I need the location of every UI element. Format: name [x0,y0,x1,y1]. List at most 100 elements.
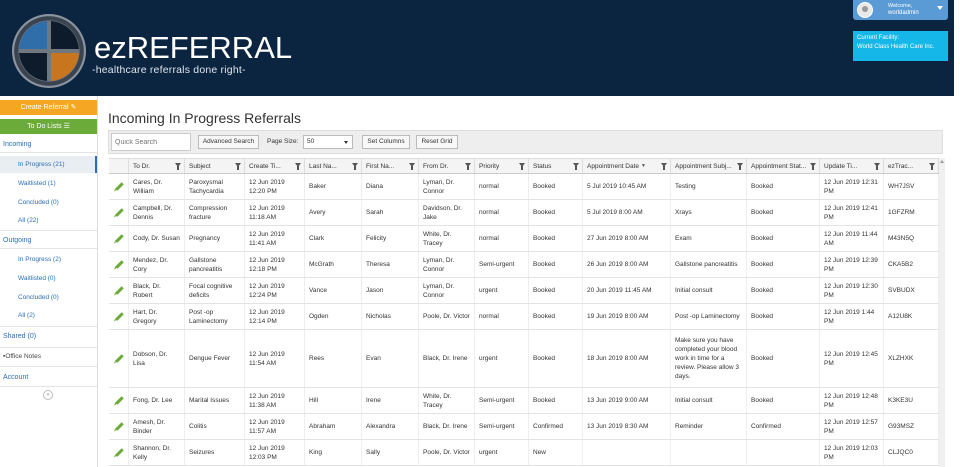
cell-appointment-subject: Initial consult [671,388,747,413]
table-row[interactable]: Shannon, Dr. Kelly Seizures 12 Jun 2019 12… [109,440,939,466]
column-header-create-time[interactable]: Create Ti... [245,159,305,173]
sidebar-outgoing[interactable]: Outgoing [3,237,31,244]
column-header-eztrack[interactable]: ezTrac... [884,159,939,173]
table-row[interactable]: Cares, Dr. William Paroxysmal Tachycardia… [109,174,939,200]
column-header-priority[interactable]: Priority [475,159,529,173]
cell-appointment-subject: Initial consult [671,278,747,303]
filter-icon[interactable] [465,163,471,170]
current-facility[interactable]: Current Facility: World Class Health Car… [853,31,948,61]
user-menu[interactable]: Welcome, worldadmin [853,0,948,20]
column-header-from-dr[interactable]: From Dr. [419,159,475,173]
sidebar-item-outgoing-in-progress[interactable]: In Progress (2) [18,256,61,263]
reset-grid-button[interactable]: Reset Grid [416,135,458,149]
cell-first-name: Alexandra [362,414,419,439]
cell-to-dr: Amesh, Dr. Binder [129,414,185,439]
edit-cell[interactable] [109,388,129,413]
filter-icon[interactable] [810,163,816,170]
cell-eztrack: A12U8K [884,304,939,329]
pencil-icon[interactable] [115,396,124,405]
table-row[interactable]: Mendez, Dr. Cory Gallstone pancreatitis 12… [109,252,939,278]
sidebar-account[interactable]: Account [3,374,28,381]
edit-cell[interactable] [109,304,129,329]
cell-first-name: Sally [362,440,419,465]
edit-cell[interactable] [109,174,129,199]
filter-icon[interactable] [573,163,579,170]
page-size-select[interactable]: 50 [303,135,353,149]
pencil-icon[interactable] [115,208,124,217]
pencil-icon[interactable] [115,422,124,431]
column-header-to-dr[interactable]: To Dr. [129,159,185,173]
edit-cell[interactable] [109,330,129,387]
quick-search-input[interactable] [111,133,191,151]
column-header-label: Appointment Stat... [751,162,807,170]
column-header-last-name[interactable]: Last Na... [305,159,362,173]
sidebar-item-outgoing-concluded[interactable]: Concluded (0) [18,294,59,301]
cell-last-name: McGrath [305,252,362,277]
logo-quadrant-icon [19,21,79,81]
todo-lists-label: To Do Lists [27,123,62,130]
pencil-icon[interactable] [115,312,124,321]
pencil-icon[interactable] [115,354,124,363]
cell-appointment-subject: Post -op Laminectomy [671,304,747,329]
filter-icon[interactable] [737,163,743,170]
column-header-status[interactable]: Status [529,159,583,173]
sidebar-item-incoming-all[interactable]: All (22) [18,217,39,224]
filter-icon[interactable] [409,163,415,170]
cell-first-name: Felicity [362,226,419,251]
sidebar-item-incoming-waitlisted[interactable]: Waitlisted (1) [18,180,56,187]
edit-cell[interactable] [109,226,129,251]
sidebar-item-outgoing-waitlisted[interactable]: Waitlisted (0) [18,275,56,282]
sidebar-item-outgoing-all[interactable]: All (2) [18,312,35,319]
sidebar-item-incoming-concluded[interactable]: Concluded (0) [18,199,59,206]
edit-cell[interactable] [109,278,129,303]
table-row[interactable]: Black, Dr. Robert Focal cognitive deficit… [109,278,939,304]
cell-status: Booked [529,304,583,329]
cell-from-dr: Black, Dr. Irene [419,414,475,439]
table-row[interactable]: Dobson, Dr. Lisa Dengue Fever 12 Jun 2019 … [109,330,939,388]
filter-icon[interactable] [295,163,301,170]
cell-first-name: Jason [362,278,419,303]
cell-eztrack: CKA5B2 [884,252,939,277]
pencil-icon[interactable] [115,260,124,269]
edit-cell[interactable] [109,440,129,465]
sidebar-incoming[interactable]: Incoming [3,141,31,148]
column-header-appointment-status[interactable]: Appointment Stat... [747,159,820,173]
cell-eztrack: XLZHXK [884,330,939,387]
cell-priority: Semi-urgent [475,414,529,439]
table-row[interactable]: Hart, Dr. Gregory Post -op Laminectomy 12 … [109,304,939,330]
scrollbar[interactable] [939,158,945,467]
sidebar-item-incoming-in-progress[interactable]: In Progress (21) [18,161,65,168]
filter-icon[interactable] [352,163,358,170]
cell-to-dr: Shannon, Dr. Kelly [129,440,185,465]
chevron-left-icon[interactable]: « [43,390,53,400]
column-header-subject[interactable]: Subject [185,159,245,173]
column-header-appointment-date[interactable]: Appointment Date ▼ [583,159,671,173]
filter-icon[interactable] [519,163,525,170]
edit-cell[interactable] [109,200,129,225]
table-row[interactable]: Fong, Dr. Lee Marital Issues 12 Jun 2019 1… [109,388,939,414]
edit-cell[interactable] [109,414,129,439]
filter-icon[interactable] [235,163,241,170]
todo-lists-button[interactable]: To Do Lists ☰ [0,119,97,134]
sidebar-office-notes[interactable]: ▪Office Notes [3,353,41,360]
filter-icon[interactable] [661,163,667,170]
advanced-search-button[interactable]: Advanced Search [198,135,259,149]
table-row[interactable]: Campbell, Dr. Dennis Compression fracture… [109,200,939,226]
create-referral-button[interactable]: Create Referral ✎ [0,100,97,115]
column-header-update-time[interactable]: Update Ti... [820,159,884,173]
pencil-icon[interactable] [115,286,124,295]
table-row[interactable]: Cody, Dr. Susan Pregnancy 12 Jun 2019 11:4… [109,226,939,252]
pencil-icon[interactable] [115,182,124,191]
sidebar-shared[interactable]: Shared (0) [3,333,36,340]
edit-cell[interactable] [109,252,129,277]
filter-icon[interactable] [175,163,181,170]
filter-icon[interactable] [874,163,880,170]
set-columns-button[interactable]: Set Columns [362,135,410,149]
table-row[interactable]: Amesh, Dr. Binder Colitis 12 Jun 2019 11:5… [109,414,939,440]
pencil-icon[interactable] [115,448,124,457]
pencil-icon[interactable] [115,234,124,243]
column-header-first-name[interactable]: First Na... [362,159,419,173]
column-header-appointment-subject[interactable]: Appointment Subj... [671,159,747,173]
filter-icon[interactable] [929,163,935,170]
scroll-up-icon[interactable] [940,160,944,163]
